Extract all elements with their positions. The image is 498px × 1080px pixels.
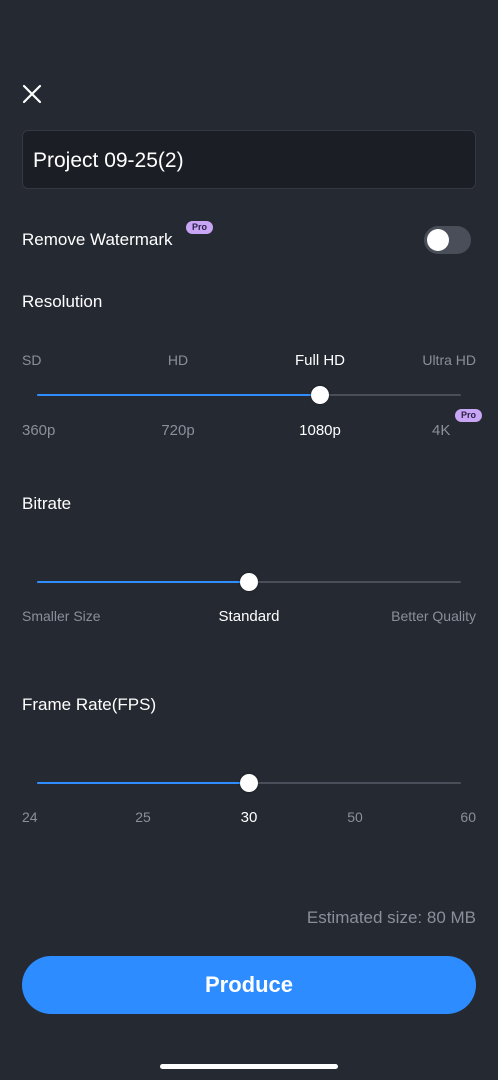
produce-button[interactable]: Produce: [22, 956, 476, 1014]
frame-rate-slider-thumb[interactable]: [240, 774, 258, 792]
frame-rate-title: Frame Rate(FPS): [22, 695, 157, 714]
resolution-tier-full-hd: Full HD: [294, 352, 346, 369]
resolution-slider-fill: [37, 394, 320, 396]
bitrate-slider-thumb[interactable]: [240, 573, 258, 591]
remove-watermark-toggle[interactable]: [424, 226, 471, 254]
frame-rate-slider-fill: [37, 782, 249, 784]
home-indicator: [160, 1064, 338, 1069]
fps-option-60: 60: [460, 809, 476, 825]
bitrate-label-standard: Standard: [218, 608, 280, 625]
project-name-input[interactable]: [31, 131, 465, 190]
resolution-tier-ultra-hd: Ultra HD: [422, 352, 476, 368]
resolution-title: Resolution: [22, 292, 103, 311]
watermark-pro-badge: Pro: [186, 221, 214, 234]
toggle-knob: [427, 229, 449, 251]
resolution-value-1080p: 1080p: [299, 422, 341, 439]
close-icon: [22, 84, 42, 104]
resolution-slider-track[interactable]: [37, 394, 461, 396]
bitrate-label-smaller-size: Smaller Size: [22, 608, 101, 624]
resolution-tier-hd: HD: [167, 352, 189, 368]
bitrate-slider-fill: [37, 581, 249, 583]
remove-watermark-label: Remove Watermark: [22, 230, 173, 249]
resolution-4k-pro-badge: Pro: [455, 409, 483, 422]
resolution-value-720p: 720p: [161, 422, 195, 439]
resolution-value-4k: 4K: [432, 422, 451, 439]
resolution-tier-sd: SD: [22, 352, 42, 368]
bitrate-label-better-quality: Better Quality: [391, 608, 476, 624]
estimated-size-text: Estimated size: 80 MB: [306, 908, 476, 927]
fps-option-24: 24: [22, 809, 38, 825]
fps-option-50: 50: [347, 809, 363, 825]
resolution-slider-thumb[interactable]: [311, 386, 329, 404]
project-name-box: [22, 130, 476, 190]
close-button[interactable]: [18, 80, 46, 108]
fps-option-25: 25: [135, 809, 151, 825]
fps-option-30: 30: [240, 809, 258, 826]
resolution-value-360p: 360p: [22, 422, 56, 439]
bitrate-title: Bitrate: [22, 494, 72, 513]
